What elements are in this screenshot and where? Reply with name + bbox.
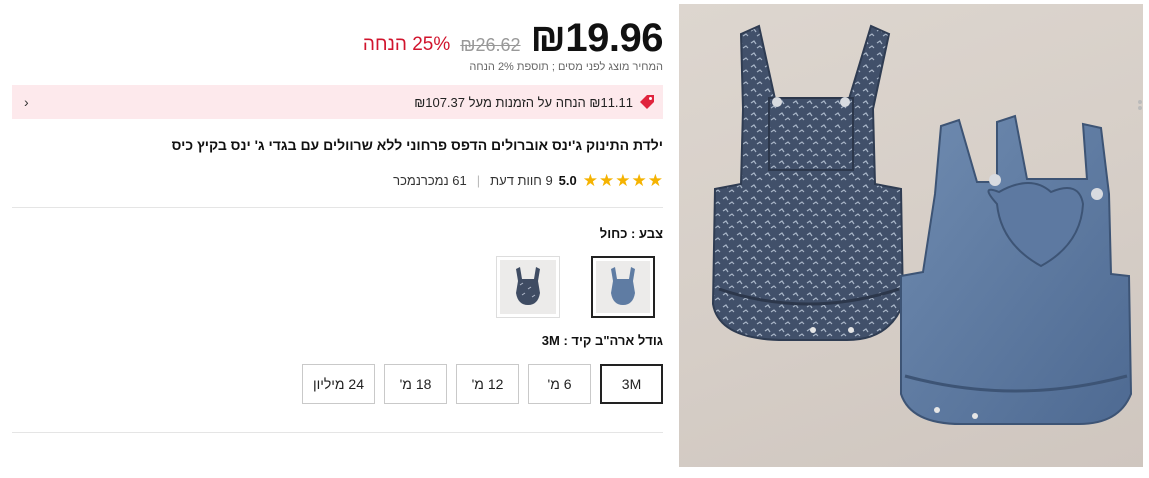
reviews-link[interactable]: 9 חוות דעת (490, 173, 553, 188)
rating-value: 5.0 (558, 173, 577, 188)
size-option-6m[interactable]: 6 מ' (528, 364, 591, 404)
original-price: ₪26.62 (460, 35, 521, 55)
coupon-banner[interactable]: ₪11.11 הנחה על הזמנות מעל ₪107.37 ‹ (12, 85, 663, 119)
romper-thumbnail (611, 267, 635, 305)
product-title: ילדת התינוק ג'ינס אוברולים הדפס פרחוני ל… (171, 137, 663, 153)
divider (12, 432, 663, 433)
tag-icon (640, 95, 654, 109)
color-label: צבע : כחול (599, 226, 663, 241)
size-option-18m[interactable]: 18 מ' (384, 364, 447, 404)
discount-label: 25% הנחה (362, 34, 451, 55)
size-options: 3M 6 מ' 12 מ' 18 מ' 24 מיליון (301, 364, 663, 404)
tax-note: המחיר מוצג לפני מסים ; תוספת 2% הנחה (469, 61, 663, 73)
size-label: גודל ארה"ב קיד : 3M (541, 333, 663, 348)
divider (12, 207, 663, 208)
size-option-24m[interactable]: 24 מיליון (301, 364, 375, 404)
star-icon: ★ (631, 171, 647, 190)
current-price: ₪19.96 (530, 16, 664, 60)
sold-count: 61 נמכרנמכר (393, 173, 467, 188)
denim-rompers-illustration (711, 24, 1133, 425)
price-row: ₪19.96 ₪26.62 25% הנחה (362, 14, 664, 60)
star-icon: ★ (647, 171, 663, 190)
star-icon: ★ (599, 171, 615, 190)
product-image[interactable] (679, 4, 1143, 467)
romper-thumbnail (516, 267, 540, 305)
image-scroll-indicator (1138, 100, 1144, 112)
color-swatch-blue[interactable] (591, 256, 655, 318)
coupon-text: ₪11.11 הנחה על הזמנות מעל ₪107.37 (414, 94, 633, 110)
chevron-left-icon[interactable]: ‹ (24, 94, 29, 110)
star-icon: ★ (615, 171, 631, 190)
separator: | (476, 173, 481, 188)
size-option-12m[interactable]: 12 מ' (456, 364, 519, 404)
color-swatch-dark-blue[interactable] (496, 256, 560, 318)
star-rating: ★ ★ ★ ★ ★ (583, 172, 663, 189)
rating-row: ★ ★ ★ ★ ★ 5.0 9 חוות דעת | 61 נמכרנמכר (393, 172, 663, 189)
size-option-3m[interactable]: 3M (600, 364, 663, 404)
star-icon: ★ (582, 171, 598, 190)
